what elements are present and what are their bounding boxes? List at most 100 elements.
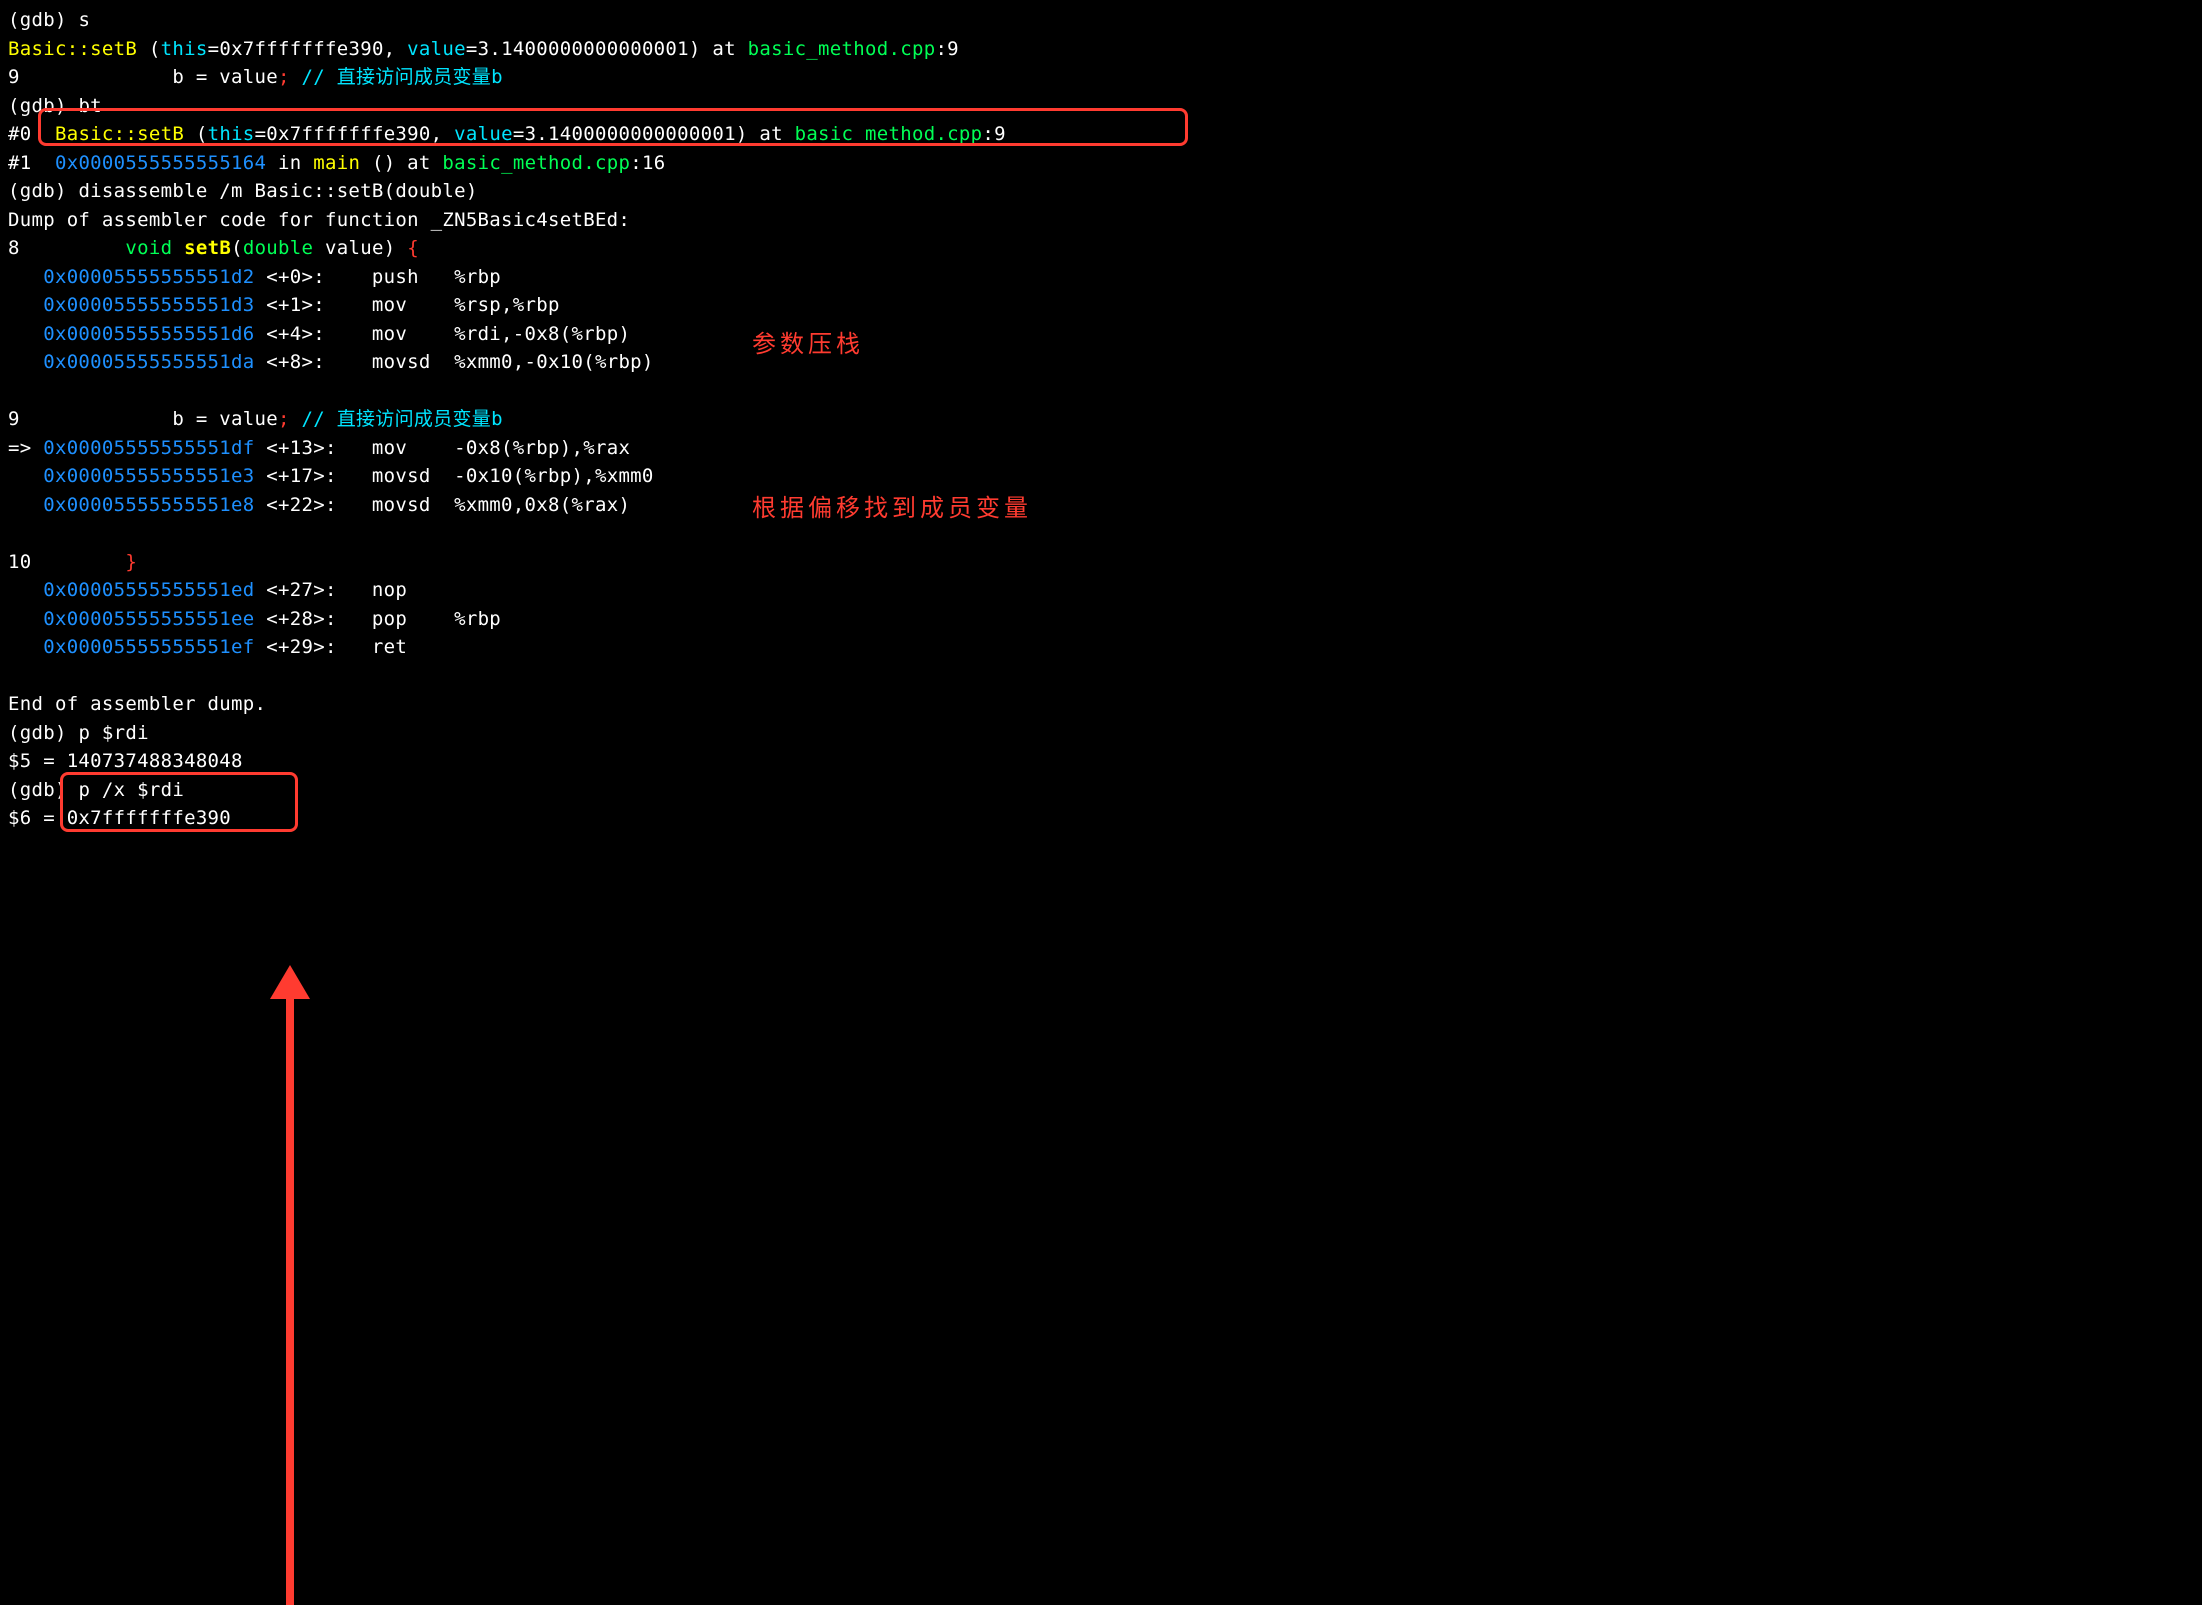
dump-header: Dump of assembler code for function _ZN5… — [8, 209, 630, 231]
asm-line: 0x00005555555551ee <+28>: pop %rbp — [8, 605, 2194, 634]
src-line-10: 10 } — [8, 548, 2194, 577]
gdb-line: (gdb) bt — [8, 92, 2194, 121]
comment: // 直接访问成员变量b — [290, 66, 503, 88]
kw-double: double — [243, 237, 313, 259]
param-value: value — [454, 123, 513, 145]
gdb-cmd-bt: bt — [78, 95, 101, 117]
asm-inst: <+29>: ret — [255, 636, 408, 658]
asm-inst: <+27>: nop — [255, 579, 408, 601]
param-this: this — [161, 38, 208, 60]
gdb-cmd-print-hex: p /x $rdi — [78, 779, 184, 801]
print-result-hex: $6 = 0x7fffffffe390 — [8, 807, 231, 829]
param-value: value — [407, 38, 466, 60]
gdb-prompt: (gdb) — [8, 9, 78, 31]
file-name: basic_method.cpp — [795, 123, 983, 145]
gdb-line: (gdb) disassemble /m Basic::setB(double) — [8, 177, 2194, 206]
current-marker: => — [8, 437, 43, 459]
frame-num: #1 — [8, 152, 55, 174]
param-val: =0x7fffffffe390, — [255, 123, 455, 145]
arrow-shaft — [286, 983, 294, 1605]
paren: ) — [384, 237, 396, 259]
asm-line: 0x00005555555551d3 <+1>: mov %rsp,%rbp — [8, 291, 2194, 320]
asm-addr: 0x00005555555551df — [43, 437, 254, 459]
paren: ( — [137, 38, 160, 60]
fn-setb: setB — [184, 237, 231, 259]
brace: { — [395, 237, 418, 259]
gdb-line: 9 b = value; // 直接访问成员变量b — [8, 63, 2194, 92]
kw-void: void — [125, 237, 172, 259]
gdb-line: (gdb) s — [8, 6, 2194, 35]
gdb-line-frame1: #1 0x0000555555555164 in main () at basi… — [8, 149, 2194, 178]
comment: // 直接访问成员变量b — [290, 408, 503, 430]
asm-inst: <+17>: movsd -0x10(%rbp),%xmm0 — [255, 465, 654, 487]
asm-line: 0x00005555555551e8 <+22>: movsd %xmm0,0x… — [8, 491, 2194, 520]
brace: } — [125, 551, 137, 573]
line-num: 8 — [8, 237, 125, 259]
asm-inst: <+13>: mov -0x8(%rbp),%rax — [255, 437, 631, 459]
gdb-line: (gdb) p $rdi — [8, 719, 2194, 748]
print-result: $5 = 140737488348048 — [8, 750, 243, 772]
asm-addr: 0x00005555555551d3 — [8, 294, 255, 316]
gdb-cmd-step: s — [78, 9, 90, 31]
asm-addr: 0x00005555555551da — [8, 351, 255, 373]
paren: ( — [184, 123, 207, 145]
paren: ( — [231, 237, 243, 259]
gdb-output: $5 = 140737488348048 — [8, 747, 2194, 776]
gdb-line: Dump of assembler code for function _ZN5… — [8, 206, 2194, 235]
blank-line — [8, 662, 2194, 691]
gdb-line: (gdb) p /x $rdi — [8, 776, 2194, 805]
src-text: 9 b = value — [8, 66, 278, 88]
asm-addr: 0x00005555555551e8 — [8, 494, 255, 516]
gdb-cmd-print: p $rdi — [78, 722, 148, 744]
asm-addr: 0x00005555555551ef — [8, 636, 255, 658]
asm-addr: 0x00005555555551ee — [8, 608, 255, 630]
asm-inst: <+8>: movsd %xmm0,-0x10(%rbp) — [255, 351, 654, 373]
param-this: this — [208, 123, 255, 145]
function-name: main — [313, 152, 360, 174]
annotation-push-args: 参数压栈 — [752, 330, 864, 359]
gdb-prompt: (gdb) — [8, 779, 78, 801]
src-line-9: 9 b = value; // 直接访问成员变量b — [8, 405, 2194, 434]
paren: () at — [360, 152, 442, 174]
asm-inst: <+22>: movsd %xmm0,0x8(%rax) — [255, 494, 631, 516]
gdb-output: $6 = 0x7fffffffe390 — [8, 804, 2194, 833]
file-name: basic_method.cpp — [748, 38, 936, 60]
line-no: :9 — [935, 38, 958, 60]
function-name: Basic::setB — [8, 38, 137, 60]
asm-line-current: => 0x00005555555551df <+13>: mov -0x8(%r… — [8, 434, 2194, 463]
end-dump: End of assembler dump. — [8, 690, 2194, 719]
param: value — [313, 237, 383, 259]
gdb-prompt: (gdb) — [8, 180, 78, 202]
asm-inst: <+4>: mov %rdi,-0x8(%rbp) — [255, 323, 631, 345]
gdb-prompt: (gdb) — [8, 722, 78, 744]
param-val2: =3.1400000000000001) at — [513, 123, 795, 145]
sp — [172, 237, 184, 259]
line-no: :9 — [982, 123, 1005, 145]
asm-line: 0x00005555555551e3 <+17>: movsd -0x10(%r… — [8, 462, 2194, 491]
asm-line: 0x00005555555551ef <+29>: ret — [8, 633, 2194, 662]
asm-line: 0x00005555555551ed <+27>: nop — [8, 576, 2194, 605]
asm-line: 0x00005555555551da <+8>: movsd %xmm0,-0x… — [8, 348, 2194, 377]
terminal-output[interactable]: (gdb) s Basic::setB (this=0x7fffffffe390… — [8, 6, 2194, 833]
semicolon: ; — [278, 66, 290, 88]
param-val2: =3.1400000000000001) at — [466, 38, 748, 60]
asm-addr: 0x00005555555551e3 — [8, 465, 255, 487]
src-line-8: 8 void setB(double value) { — [8, 234, 2194, 263]
line-num: 10 — [8, 551, 125, 573]
line-no: :16 — [630, 152, 665, 174]
annotation-offset-member: 根据偏移找到成员变量 — [752, 494, 1032, 523]
src-text: 9 b = value — [8, 408, 278, 430]
asm-inst: <+1>: mov %rsp,%rbp — [255, 294, 560, 316]
arrow-head-icon — [270, 965, 310, 999]
blank-line — [8, 377, 2194, 406]
asm-inst: <+28>: pop %rbp — [255, 608, 502, 630]
frame-num: #0 — [8, 123, 55, 145]
file-name: basic_method.cpp — [442, 152, 630, 174]
asm-addr: 0x00005555555551d6 — [8, 323, 255, 345]
blank-line — [8, 519, 2194, 548]
asm-line: 0x00005555555551d6 <+4>: mov %rdi,-0x8(%… — [8, 320, 2194, 349]
asm-addr: 0x00005555555551d2 — [8, 266, 255, 288]
dump-end: End of assembler dump. — [8, 693, 266, 715]
gdb-cmd-disas: disassemble /m Basic::setB(double) — [78, 180, 477, 202]
semicolon: ; — [278, 408, 290, 430]
